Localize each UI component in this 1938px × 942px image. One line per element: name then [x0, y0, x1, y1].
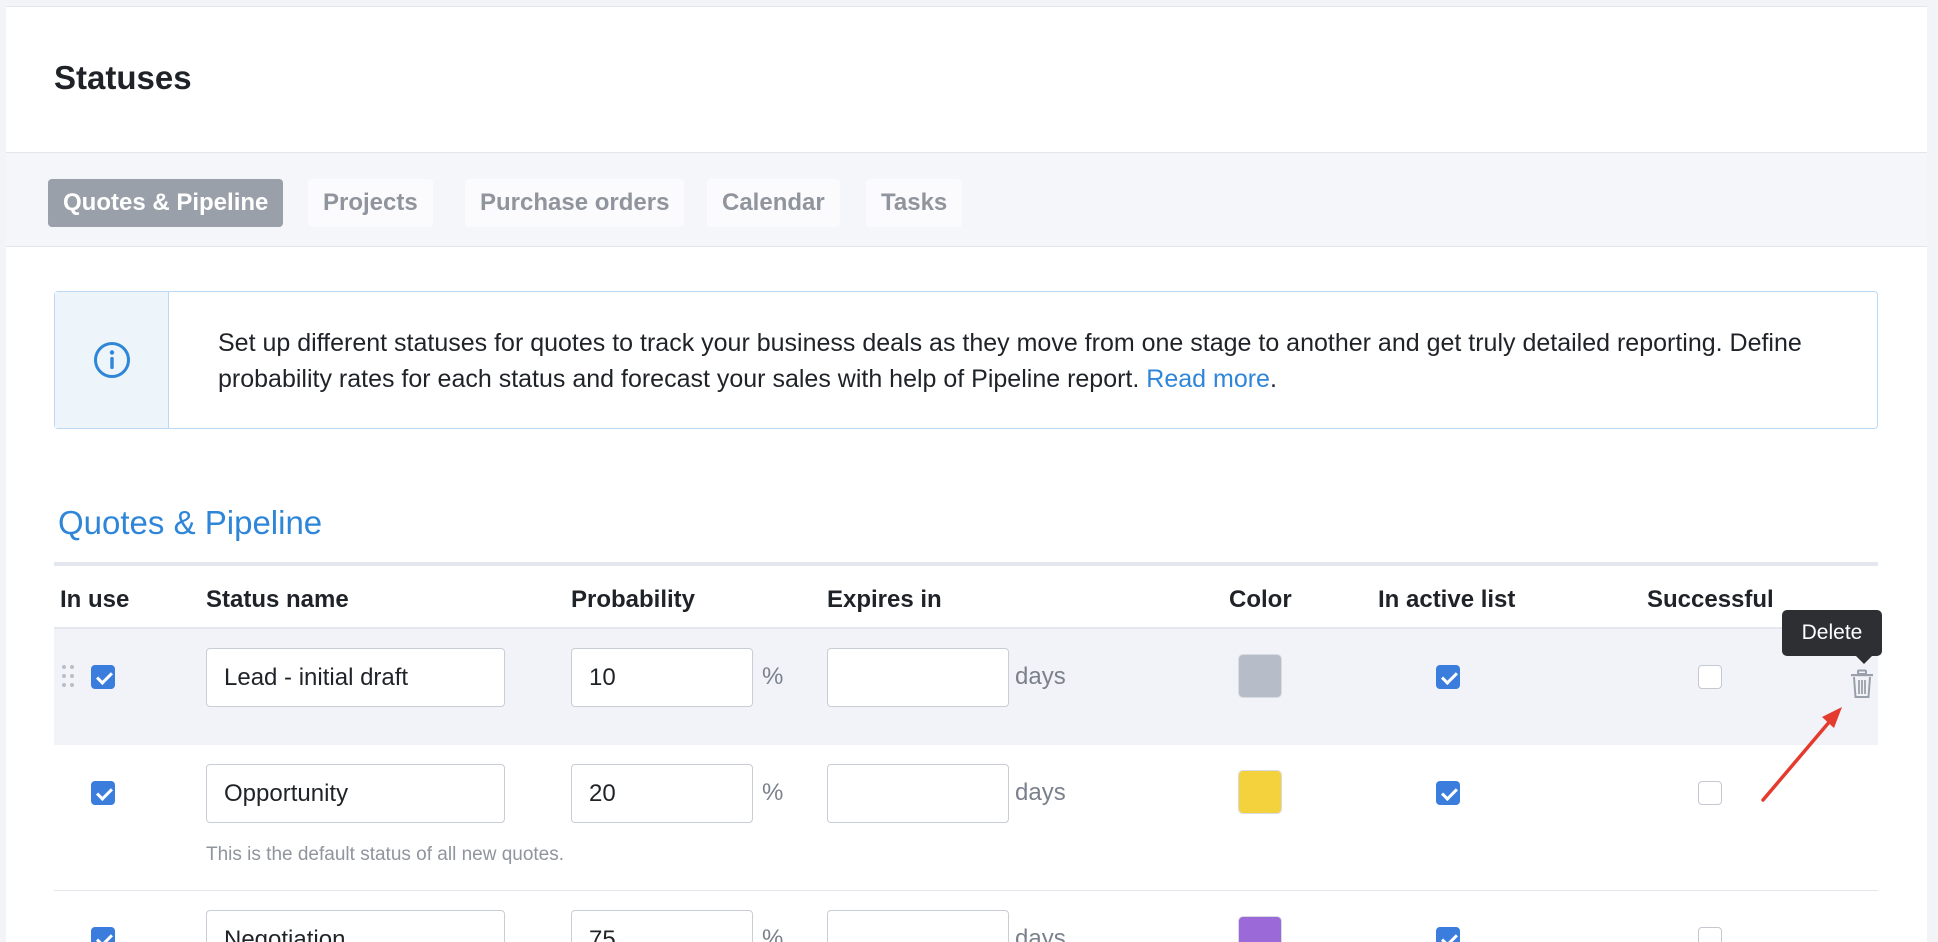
status-name-input[interactable] [206, 648, 505, 707]
delete-tooltip: Delete [1782, 610, 1882, 664]
drag-handle-icon[interactable] [62, 665, 76, 689]
expires-in-input[interactable] [827, 764, 1009, 823]
tab-calendar[interactable]: Calendar [707, 179, 840, 227]
percent-unit: % [762, 779, 784, 806]
col-header-in-use: In use [60, 586, 130, 613]
in-active-list-checkbox[interactable] [1436, 927, 1460, 942]
info-description: Set up different statuses for quotes to … [218, 329, 1802, 393]
info-text: Set up different statuses for quotes to … [218, 325, 1858, 397]
percent-unit: % [762, 663, 784, 690]
in-active-list-checkbox[interactable] [1436, 665, 1460, 689]
tab-purchase-orders[interactable]: Purchase orders [465, 179, 685, 227]
days-unit: days [1015, 779, 1066, 806]
page-title: Statuses [54, 59, 192, 96]
probability-input[interactable] [571, 764, 753, 823]
days-unit: days [1015, 925, 1066, 942]
in-use-checkbox[interactable] [91, 665, 115, 689]
info-period: . [1269, 365, 1277, 393]
successful-checkbox[interactable] [1698, 665, 1722, 689]
col-header-probability: Probability [571, 586, 696, 613]
table-top-border [54, 562, 1878, 566]
status-name-input[interactable] [206, 910, 505, 942]
status-name-input[interactable] [206, 764, 505, 823]
info-circle-icon [93, 342, 130, 378]
tab-projects[interactable]: Projects [308, 179, 433, 227]
tab-tasks[interactable]: Tasks [866, 179, 963, 227]
successful-checkbox[interactable] [1698, 781, 1722, 805]
in-use-checkbox[interactable] [91, 781, 115, 805]
tab-bar: Quotes & Pipeline Projects Purchase orde… [6, 152, 1927, 247]
col-header-status-name: Status name [206, 586, 349, 613]
read-more-link[interactable]: Read more [1146, 365, 1270, 393]
color-swatch[interactable] [1238, 916, 1282, 942]
expires-in-input[interactable] [827, 648, 1009, 707]
default-status-hint: This is the default status of all new qu… [206, 844, 565, 865]
probability-input[interactable] [571, 648, 753, 707]
expires-in-input[interactable] [827, 910, 1009, 942]
col-header-successful: Successful [1647, 586, 1774, 613]
color-swatch[interactable] [1238, 770, 1282, 814]
arrow-icon [1761, 707, 1842, 802]
info-icon-area [55, 292, 169, 428]
percent-unit: % [762, 925, 784, 942]
col-header-expires-in: Expires in [827, 586, 942, 613]
color-swatch[interactable] [1238, 654, 1282, 698]
section-title: Quotes & Pipeline [58, 504, 323, 541]
tab-quotes-pipeline[interactable]: Quotes & Pipeline [48, 179, 284, 227]
settings-panel: Statuses Quotes & Pipeline Projects Purc… [6, 6, 1927, 942]
trash-icon[interactable] [1849, 669, 1875, 699]
days-unit: days [1015, 663, 1066, 690]
in-active-list-checkbox[interactable] [1436, 781, 1460, 805]
probability-input[interactable] [571, 910, 753, 942]
info-banner: Set up different statuses for quotes to … [54, 291, 1878, 429]
col-header-color: Color [1229, 586, 1292, 613]
col-header-in-active-list: In active list [1378, 586, 1516, 613]
successful-checkbox[interactable] [1698, 927, 1722, 942]
row-divider [54, 890, 1878, 891]
in-use-checkbox[interactable] [91, 927, 115, 942]
